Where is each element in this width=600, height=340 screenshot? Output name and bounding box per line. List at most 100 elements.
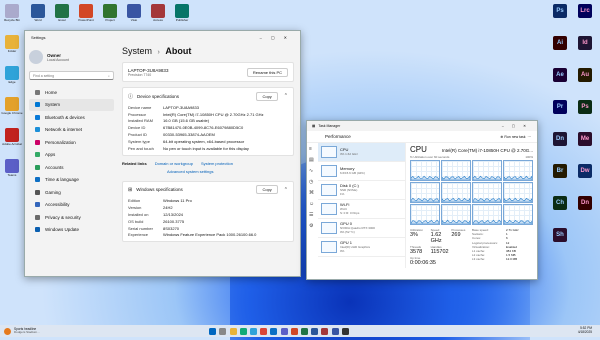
nav-item-home[interactable]: Home xyxy=(29,86,114,99)
nav-item-network-internet[interactable]: Network & internet xyxy=(29,124,114,137)
desktop-icon[interactable]: Word xyxy=(27,4,49,26)
breadcrumb-system[interactable]: System xyxy=(122,46,152,56)
details-icon[interactable]: ☰ xyxy=(307,209,318,220)
spec-row: Pen and touch No pen or touch input is av… xyxy=(128,145,288,152)
nav-item-windows-update[interactable]: Windows Update xyxy=(29,224,114,237)
desktop-icon[interactable]: Google Chrome xyxy=(1,97,23,119)
services-icon[interactable]: ⚙ xyxy=(307,220,318,231)
desktop-icon[interactable]: PowerPoint xyxy=(75,4,97,26)
clock[interactable]: 5:52 PM 4/18/2025 xyxy=(578,327,592,334)
settings-nav: Home System Bluetooth & devices Network & i… xyxy=(29,86,114,236)
desktop-icon[interactable]: Ch xyxy=(549,196,571,210)
nav-item-accounts[interactable]: Accounts xyxy=(29,161,114,174)
desktop-icon[interactable]: Adobe Acrobat xyxy=(1,128,23,150)
desktop-icon[interactable]: Me xyxy=(574,132,596,146)
chevron-up-icon[interactable]: ⌃ xyxy=(284,93,288,99)
teams-icon[interactable] xyxy=(280,327,288,335)
run-task-button[interactable]: ⊕ Run new task ⋯ xyxy=(500,135,537,139)
store-icon[interactable] xyxy=(239,327,247,335)
spec-key: Processor xyxy=(128,111,147,117)
perf-item[interactable]: Wi-Fi Wi-Fi S: 0 R: 0 Kbps xyxy=(318,200,405,219)
core-graph xyxy=(410,204,440,225)
nav-item-accessibility[interactable]: Accessibility xyxy=(29,199,114,212)
startup-icon[interactable]: ⌘ xyxy=(307,187,318,198)
perf-item-detail: Intel(R) UHD Graphics xyxy=(340,245,371,250)
window-controls[interactable]: –▢✕ xyxy=(502,124,537,128)
hamburger-icon[interactable]: ≡ xyxy=(307,143,318,154)
perf-item[interactable]: CPU 3% 1.62 GHz xyxy=(318,143,405,162)
link-advanced-settings[interactable]: Advanced system settings xyxy=(122,169,294,178)
link-domain[interactable]: Domain or workgroup xyxy=(155,161,193,166)
desktop-icon[interactable]: Ae xyxy=(549,68,571,82)
desktop-icon-label: Project xyxy=(105,19,115,22)
spec-value: Windows Feature Experience Pack 1000.261… xyxy=(163,232,257,238)
spec-key: Installed RAM xyxy=(128,118,153,124)
settings-icon[interactable] xyxy=(341,327,349,335)
copy-device-spec-button[interactable]: Copy xyxy=(256,91,278,101)
performance-icon[interactable]: ∿ xyxy=(307,165,318,176)
search-icon[interactable] xyxy=(219,327,227,335)
file-explorer-icon[interactable] xyxy=(229,327,237,335)
desktop-icon[interactable]: Dn xyxy=(549,132,571,146)
desktop-icon[interactable]: Sh xyxy=(549,228,571,242)
chrome-icon[interactable] xyxy=(260,327,268,335)
nav-item-time-language[interactable]: Time & language xyxy=(29,174,114,187)
nav-item-apps[interactable]: Apps xyxy=(29,149,114,162)
perf-item[interactable]: GPU 1 Intel(R) UHD Graphics 0% xyxy=(318,238,405,257)
processes-icon[interactable]: ▤ xyxy=(307,154,318,165)
weather-icon[interactable] xyxy=(4,327,11,335)
desktop-icon-label: Visio xyxy=(130,19,138,22)
desktop-icon[interactable]: Dn xyxy=(574,196,596,210)
perf-item[interactable]: Memory 6.6/15.6 GB (42%) xyxy=(318,162,405,181)
search-input[interactable]: Find a setting ⌕ xyxy=(29,71,114,80)
desktop-icon[interactable]: Access xyxy=(147,4,169,26)
rename-pc-button[interactable]: Rename this PC xyxy=(246,67,288,77)
tm-titlebar[interactable]: ▦ Task Manager –▢✕ xyxy=(307,121,537,131)
edge-icon[interactable] xyxy=(250,327,258,335)
desktop-icon[interactable]: Ps xyxy=(549,4,571,18)
visio-icon[interactable] xyxy=(331,327,339,335)
desktop-icon[interactable]: Lrc xyxy=(574,4,596,18)
desktop-icon[interactable]: Dw xyxy=(574,164,596,178)
nav-item-personalization[interactable]: Personalization xyxy=(29,136,114,149)
core-graph xyxy=(441,204,471,225)
settings-titlebar[interactable]: Settings –▢✕ xyxy=(25,31,300,43)
perf-item[interactable]: Disk 0 (C:) SSD (NVMe) 1% xyxy=(318,181,405,200)
nav-item-privacy-security[interactable]: Privacy & security xyxy=(29,211,114,224)
nav-item-gaming[interactable]: Gaming xyxy=(29,186,114,199)
desktop-icon[interactable]: Visio xyxy=(123,4,145,26)
users-icon[interactable]: ☺ xyxy=(307,198,318,209)
desktop-icon[interactable]: Au xyxy=(574,68,596,82)
history-icon[interactable]: ◷ xyxy=(307,176,318,187)
word-icon[interactable] xyxy=(311,327,319,335)
chevron-up-icon[interactable]: ⌃ xyxy=(284,187,288,193)
start-icon[interactable] xyxy=(209,327,217,335)
desktop-icon[interactable]: Project xyxy=(99,4,121,26)
access-icon[interactable] xyxy=(321,327,329,335)
desktop-icon[interactable]: Publisher xyxy=(171,4,193,26)
desktop-icon[interactable]: Id xyxy=(574,36,596,50)
user-profile[interactable]: Owner Local Account xyxy=(29,46,114,68)
desktop-icon[interactable]: Ps xyxy=(574,100,596,114)
desktop-icon[interactable]: Recycle Bin xyxy=(1,4,23,26)
spec-value: 16.0 GB (15.6 GB usable) xyxy=(163,118,210,124)
desktop-icon[interactable]: Folder xyxy=(1,35,23,57)
desktop-icon[interactable]: Br xyxy=(549,164,571,178)
window-controls[interactable]: –▢✕ xyxy=(260,35,300,40)
desktop-icon[interactable]: Edge xyxy=(1,66,23,88)
nav-item-bluetooth-devices[interactable]: Bluetooth & devices xyxy=(29,111,114,124)
copy-windows-spec-button[interactable]: Copy xyxy=(256,185,278,195)
link-system-protection[interactable]: System protection xyxy=(201,161,233,166)
desktop-icon[interactable]: Teams xyxy=(1,159,23,181)
excel-icon[interactable] xyxy=(300,327,308,335)
news-widget[interactable]: Sports headline Dodgers Stadium... xyxy=(14,327,40,335)
perf-item[interactable]: GPU 0 NVIDIA Quadro RTX 3000 0% (52 °C) xyxy=(318,219,405,238)
spec-key: Serial number xyxy=(128,225,153,231)
stat-value: 3% xyxy=(410,232,418,238)
desktop-icon[interactable]: Ai xyxy=(549,36,571,50)
desktop-icon[interactable]: Pr xyxy=(549,100,571,114)
mail-icon[interactable] xyxy=(270,327,278,335)
desktop-icon[interactable]: Excel xyxy=(51,4,73,26)
nav-item-system[interactable]: System xyxy=(29,98,114,111)
powerpoint-icon[interactable] xyxy=(290,327,298,335)
